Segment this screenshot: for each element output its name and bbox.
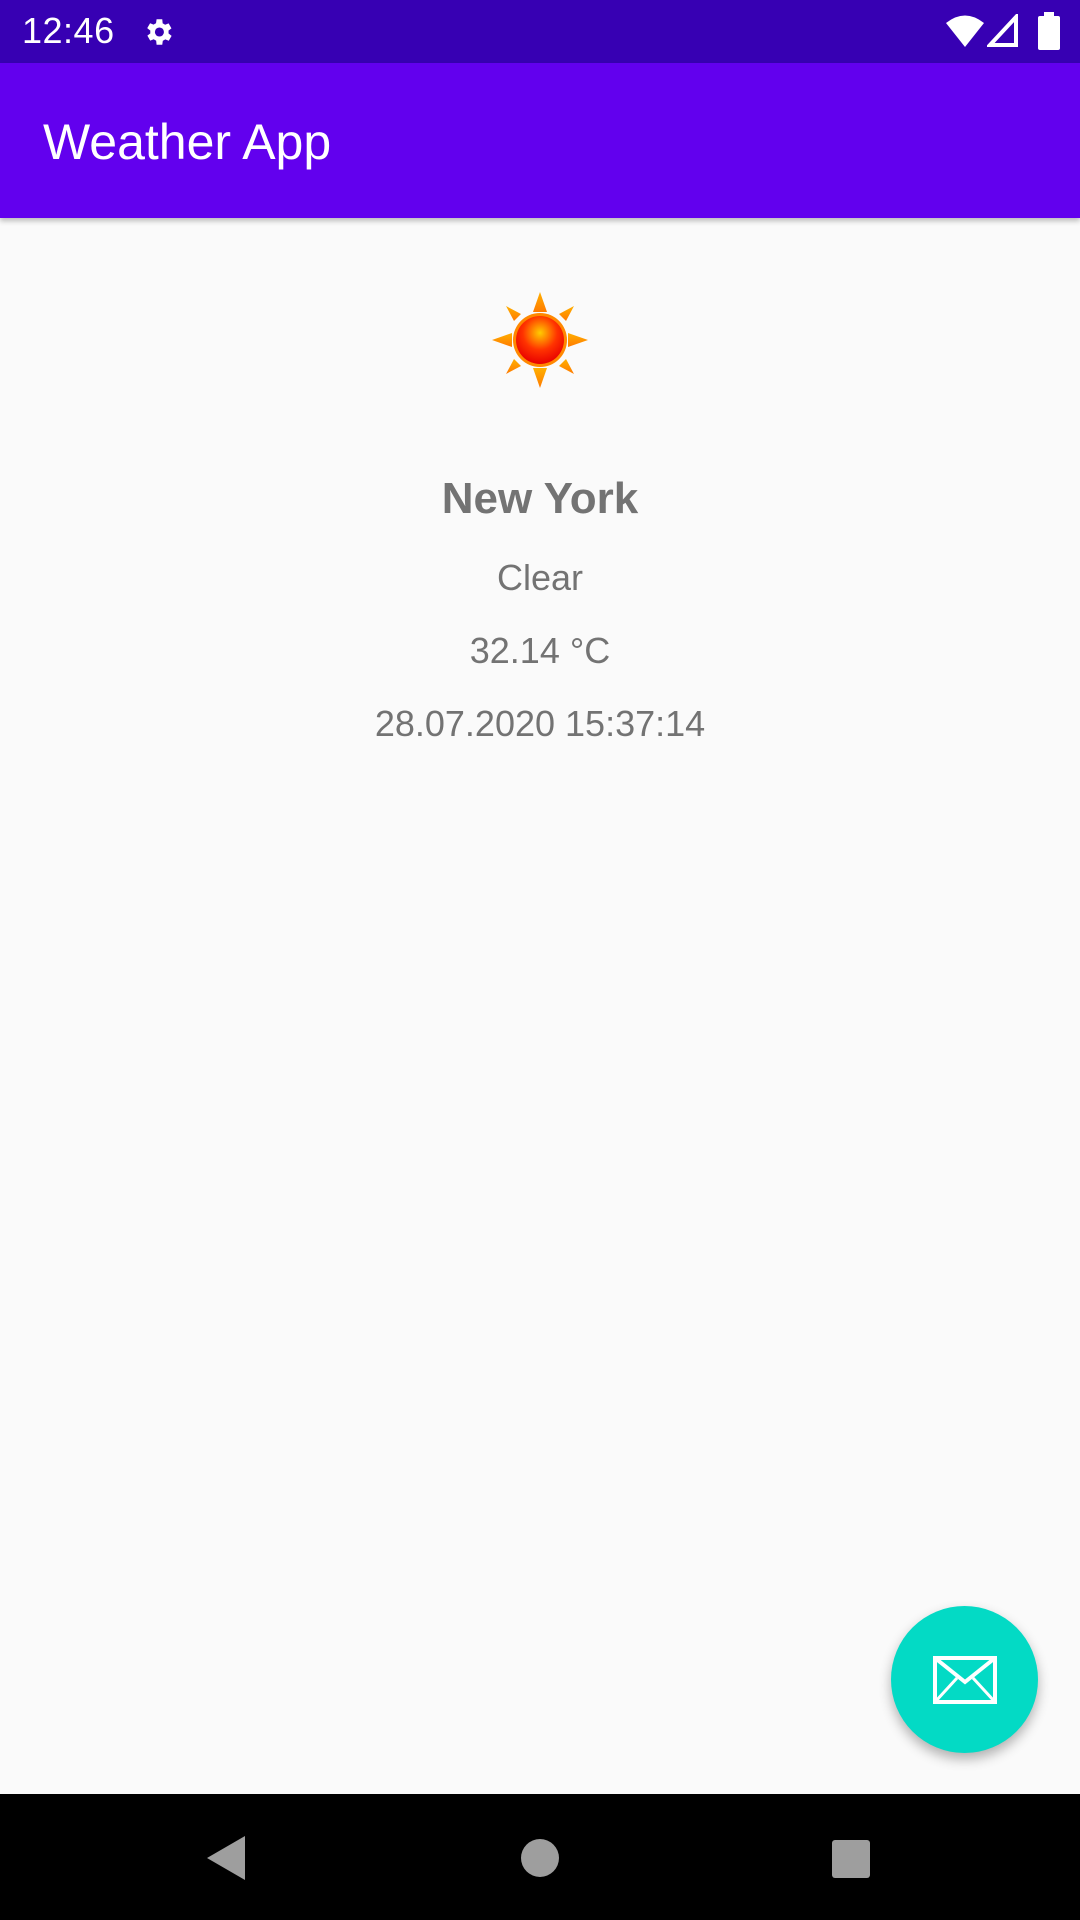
wifi-icon [946,15,984,47]
sun-icon [492,292,588,388]
temperature: 32.14 °C [469,630,611,671]
battery-icon [1038,12,1060,50]
cell-signal-icon [987,14,1018,47]
updated-timestamp: 28.07.2020 15:37:14 [374,703,706,744]
status-time: 12:46 [22,10,115,51]
back-icon[interactable] [205,1834,247,1882]
weather-condition: Clear [496,557,584,598]
app-title: Weather App [43,114,332,170]
send-mail-button[interactable] [891,1606,1038,1753]
weather-screen: 12:46 Weather App New York Clear 32.14 °… [0,0,1080,1920]
app-bar: Weather App [0,63,1080,218]
gear-icon [147,19,172,45]
city-name: New York [441,474,639,523]
home-icon[interactable] [520,1838,560,1878]
navigation-bar [0,1794,1080,1920]
recents-icon[interactable] [831,1839,871,1879]
mail-icon [932,1655,997,1704]
status-bar: 12:46 [0,0,1080,63]
